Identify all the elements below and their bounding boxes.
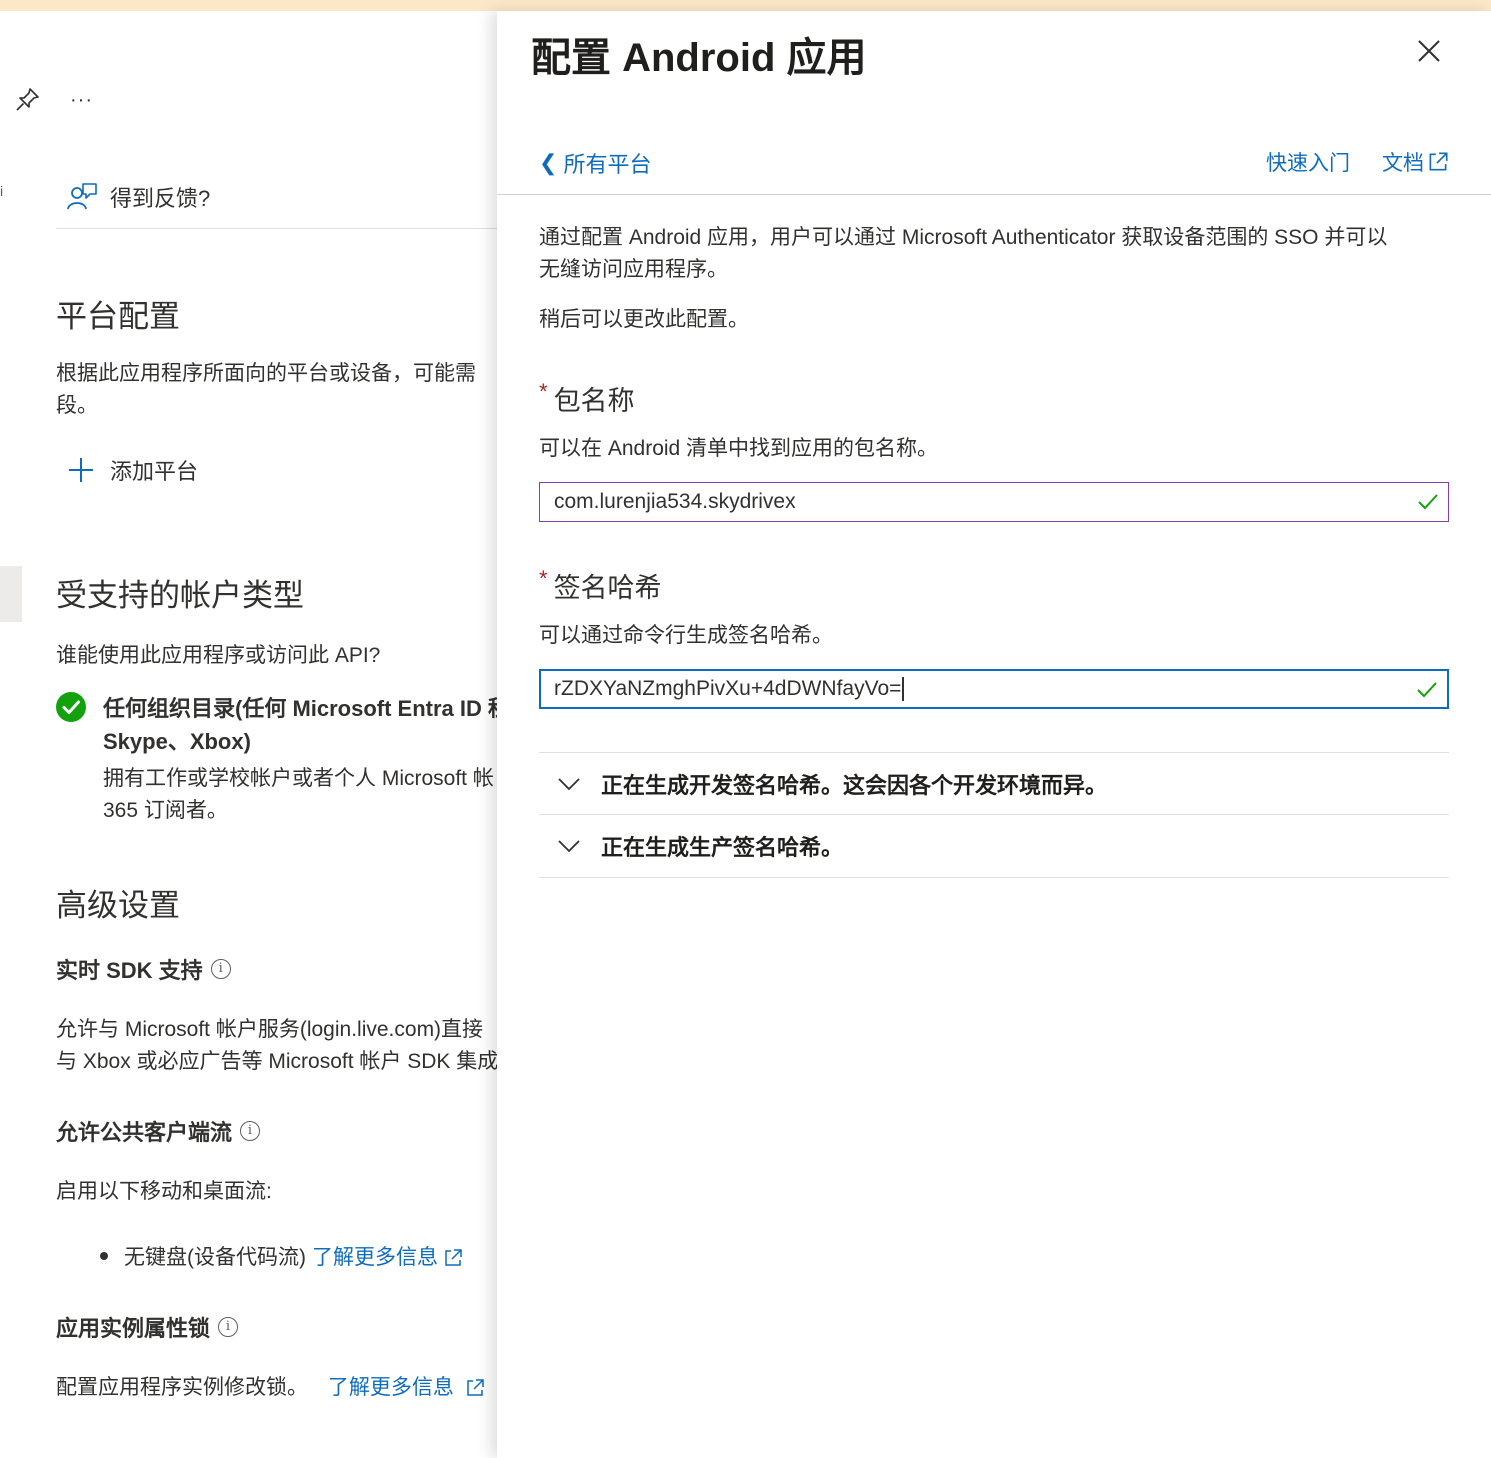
sdk-support-label: 实时 SDK 支持 xyxy=(56,958,203,983)
info-icon[interactable]: i xyxy=(210,959,231,979)
docs-label: 文档 xyxy=(1382,152,1424,175)
advanced-settings-heading: 高级设置 xyxy=(56,888,180,923)
account-option-desc-1: 拥有工作或学校帐户或者个人 Microsoft 帐 xyxy=(103,767,494,790)
chevron-left-icon: ❮ xyxy=(539,150,558,175)
account-question: 谁能使用此应用程序或访问此 API? xyxy=(56,644,381,667)
account-option-title-1: 任何组织目录(任何 Microsoft Entra ID 租 xyxy=(103,696,497,721)
sdk-desc-1: 允许与 Microsoft 帐户服务(login.live.com)直接 xyxy=(56,1018,484,1041)
platform-config-desc-2: 段。 xyxy=(56,394,98,417)
close-icon[interactable] xyxy=(1415,37,1443,65)
external-link-icon xyxy=(445,1249,462,1267)
account-types-heading: 受支持的帐户类型 xyxy=(56,578,304,613)
info-icon[interactable]: i xyxy=(218,1317,239,1337)
account-option-title-2: Skype、Xbox) xyxy=(103,729,251,754)
instance-lock-heading: 应用实例属性锁 i xyxy=(56,1311,239,1343)
intro-note: 稍后可以更改此配置。 xyxy=(539,308,749,331)
plus-icon xyxy=(69,458,93,482)
public-client-desc: 启用以下移动和桌面流: xyxy=(56,1180,272,1203)
package-name-text: 包名称 xyxy=(553,386,635,416)
more-options-icon[interactable]: ··· xyxy=(70,89,93,112)
docs-link[interactable]: 文档 xyxy=(1382,147,1450,177)
checkmark-icon xyxy=(1417,682,1437,698)
package-name-value: com.lurenjia534.skydrivex xyxy=(554,490,796,513)
external-link-icon xyxy=(467,1379,484,1397)
background-blade: ··· i 得到反馈? 平台配置 根据此应用程序所面向的平台或设备，可能需 段。… xyxy=(0,11,497,1458)
account-option-desc-2: 365 订阅者。 xyxy=(103,799,228,822)
panel-divider xyxy=(497,194,1491,195)
package-name-input[interactable]: com.lurenjia534.skydrivex xyxy=(539,482,1449,522)
instance-lock-label: 应用实例属性锁 xyxy=(56,1316,211,1341)
feedback-label: 得到反馈? xyxy=(110,186,211,211)
package-name-help: 可以在 Android 清单中找到应用的包名称。 xyxy=(539,437,939,460)
learn-more-link[interactable]: 了解更多信息 xyxy=(328,1376,486,1399)
sdk-support-heading: 实时 SDK 支持 i xyxy=(56,953,231,985)
sdk-desc-2: 与 Xbox 或必应广告等 Microsoft 帐户 SDK 集成 xyxy=(56,1050,497,1073)
top-banner xyxy=(0,0,1491,11)
checkmark-icon xyxy=(1418,494,1438,510)
intro-text-1: 通过配置 Android 应用，用户可以通过 Microsoft Authent… xyxy=(539,226,1388,249)
divider xyxy=(56,228,497,229)
accordion-divider xyxy=(539,814,1449,815)
signature-hash-label: * 签名哈希 xyxy=(539,566,662,605)
required-marker: * xyxy=(539,566,548,591)
instance-lock-desc-row: 配置应用程序实例修改锁。 了解更多信息 xyxy=(56,1372,486,1404)
list-item: 无键盘(设备代码流) 了解更多信息 xyxy=(100,1241,464,1271)
edge-mark: i xyxy=(0,183,4,199)
scroll-indicator xyxy=(0,566,22,622)
required-marker: * xyxy=(539,379,548,404)
chevron-down-icon xyxy=(558,840,580,853)
signature-hash-value: rZDXYaNZmghPivXu+4dDWNfayVo= xyxy=(554,677,902,700)
all-platforms-label: 所有平台 xyxy=(563,152,652,177)
pin-icon[interactable] xyxy=(14,85,42,113)
intro-text-2: 无缝访问应用程序。 xyxy=(539,258,728,281)
add-platform-label: 添加平台 xyxy=(110,459,199,484)
signature-hash-text: 签名哈希 xyxy=(553,573,662,603)
public-client-label: 允许公共客户端流 xyxy=(56,1120,233,1145)
add-platform-button[interactable]: 添加平台 xyxy=(66,454,198,486)
quickstart-link[interactable]: 快速入门 xyxy=(1266,147,1350,177)
accordion-divider xyxy=(539,877,1449,878)
learn-more-label: 了解更多信息 xyxy=(312,1246,438,1269)
info-icon[interactable]: i xyxy=(240,1121,261,1141)
panel-title: 配置 Android 应用 xyxy=(531,36,867,80)
check-circle-icon xyxy=(56,692,86,722)
instance-lock-desc: 配置应用程序实例修改锁。 xyxy=(56,1376,308,1399)
package-name-label: * 包名称 xyxy=(539,379,635,418)
platform-config-heading: 平台配置 xyxy=(56,299,180,334)
accordion-prod-label: 正在生成生产签名哈希。 xyxy=(601,835,844,860)
bullet-text: 无键盘(设备代码流) xyxy=(124,1246,306,1269)
chevron-down-icon xyxy=(558,778,580,791)
public-client-heading: 允许公共客户端流 i xyxy=(56,1115,261,1147)
learn-more-link[interactable]: 了解更多信息 xyxy=(312,1241,464,1271)
accordion-prod-signature-hash[interactable]: 正在生成生产签名哈希。 xyxy=(557,830,843,862)
configure-android-panel: 配置 Android 应用 ❮ 所有平台 快速入门 文档 通过配置 Androi… xyxy=(497,11,1491,1458)
accordion-dev-label: 正在生成开发签名哈希。这会因各个开发环境而异。 xyxy=(601,773,1108,798)
platform-config-desc-1: 根据此应用程序所面向的平台或设备，可能需 xyxy=(56,362,476,385)
learn-more-label: 了解更多信息 xyxy=(327,1376,454,1399)
text-caret xyxy=(902,677,904,701)
accordion-divider xyxy=(539,752,1449,753)
accordion-dev-signature-hash[interactable]: 正在生成开发签名哈希。这会因各个开发环境而异。 xyxy=(557,768,1107,800)
feedback-icon xyxy=(67,183,97,210)
bullet xyxy=(100,1252,108,1260)
external-link-icon xyxy=(1429,152,1448,171)
feedback-button[interactable]: 得到反馈? xyxy=(66,181,210,213)
signature-hash-input[interactable]: rZDXYaNZmghPivXu+4dDWNfayVo= xyxy=(539,669,1449,709)
all-platforms-link[interactable]: ❮ 所有平台 xyxy=(539,147,651,179)
signature-hash-help: 可以通过命令行生成签名哈希。 xyxy=(539,624,833,647)
